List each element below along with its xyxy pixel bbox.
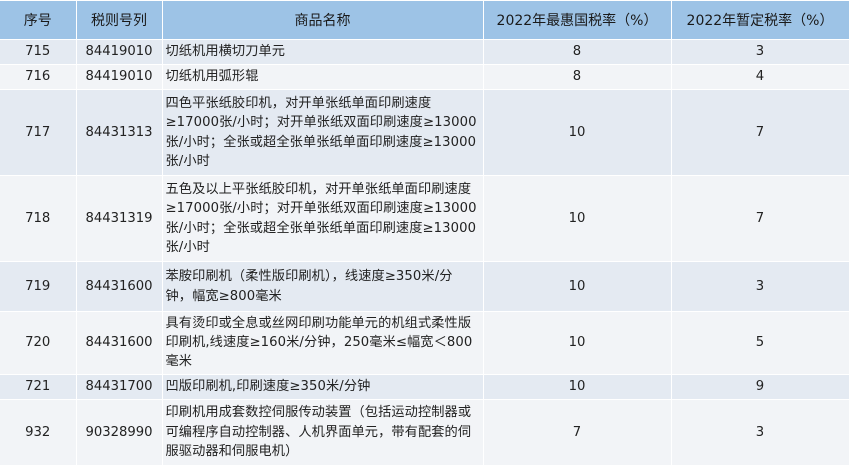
cell-provisional-rate: 3 (670, 39, 849, 65)
cell-code: 84431313 (75, 89, 163, 176)
cell-code: 84419010 (75, 39, 163, 65)
table-row: 718 84431319 五色及以上平张纸胶印机，对开单张纸单面印刷速度 ≥17… (0, 175, 849, 262)
cell-mfn-rate: 10 (482, 175, 672, 262)
cell-code: 84419010 (75, 64, 163, 90)
cell-provisional-rate: 4 (670, 64, 849, 90)
cell-seq: 720 (0, 311, 77, 375)
cell-code: 90328990 (75, 398, 163, 466)
cell-mfn-rate: 10 (482, 373, 672, 400)
cell-seq: 721 (0, 373, 77, 400)
cell-name: 印刷机用成套数控伺服传动装置（包括运动控制器或可编程序自动控制器、人机界面单元，… (161, 398, 484, 466)
cell-name: 四色平张纸胶印机，对开单张纸单面印刷速度≥17000张/小时；对开单张纸双面印刷… (161, 89, 484, 176)
table-row: 932 90328990 印刷机用成套数控伺服传动装置（包括运动控制器或可编程序… (0, 398, 849, 466)
header-seq: 序号 (0, 0, 77, 40)
header-code: 税则号列 (75, 0, 163, 40)
cell-mfn-rate: 10 (482, 89, 672, 176)
cell-mfn-rate: 10 (482, 311, 672, 375)
cell-provisional-rate: 3 (670, 398, 849, 466)
cell-name: 切纸机用弧形辊 (161, 64, 484, 90)
cell-seq: 932 (0, 398, 77, 466)
cell-mfn-rate: 7 (482, 398, 672, 466)
cell-seq: 716 (0, 64, 77, 90)
cell-provisional-rate: 3 (670, 261, 849, 312)
header-row: 序号 税则号列 商品名称 2022年最惠国税率（%） 2022年暂定税率（%） (0, 0, 849, 40)
cell-seq: 715 (0, 39, 77, 65)
header-name: 商品名称 (161, 0, 484, 40)
cell-name: 凹版印刷机,印刷速度≥350米/分钟 (161, 373, 484, 400)
cell-name: 苯胺印刷机（柔性版印刷机），线速度≥350米/分钟，幅宽≥800毫米 (161, 261, 484, 312)
header-provisional-rate: 2022年暂定税率（%） (670, 0, 849, 40)
cell-seq: 718 (0, 175, 77, 262)
cell-name: 切纸机用横切刀单元 (161, 39, 484, 65)
cell-seq: 719 (0, 261, 77, 312)
header-mfn-rate: 2022年最惠国税率（%） (482, 0, 672, 40)
table-row: 720 84431600 具有烫印或全息或丝网印刷功能单元的机组式柔性版印刷机,… (0, 311, 849, 375)
cell-mfn-rate: 8 (482, 64, 672, 90)
table-row: 721 84431700 凹版印刷机,印刷速度≥350米/分钟 10 9 (0, 373, 849, 400)
cell-provisional-rate: 7 (670, 89, 849, 176)
cell-provisional-rate: 7 (670, 175, 849, 262)
table-row: 715 84419010 切纸机用横切刀单元 8 3 (0, 39, 849, 65)
cell-seq: 717 (0, 89, 77, 176)
cell-provisional-rate: 9 (670, 373, 849, 400)
cell-code: 84431319 (75, 175, 163, 262)
cell-mfn-rate: 10 (482, 261, 672, 312)
cell-code: 84431600 (75, 261, 163, 312)
table-row: 716 84419010 切纸机用弧形辊 8 4 (0, 64, 849, 90)
table-row: 719 84431600 苯胺印刷机（柔性版印刷机），线速度≥350米/分钟，幅… (0, 261, 849, 312)
cell-code: 84431600 (75, 311, 163, 375)
table-row: 717 84431313 四色平张纸胶印机，对开单张纸单面印刷速度≥17000张… (0, 89, 849, 176)
tariff-table: 序号 税则号列 商品名称 2022年最惠国税率（%） 2022年暂定税率（%） … (0, 0, 849, 466)
cell-mfn-rate: 8 (482, 39, 672, 65)
cell-name: 五色及以上平张纸胶印机，对开单张纸单面印刷速度 ≥17000张/小时；对开单张纸… (161, 175, 484, 262)
cell-code: 84431700 (75, 373, 163, 400)
cell-provisional-rate: 5 (670, 311, 849, 375)
cell-name: 具有烫印或全息或丝网印刷功能单元的机组式柔性版印刷机,线速度≥160米/分钟，2… (161, 311, 484, 375)
